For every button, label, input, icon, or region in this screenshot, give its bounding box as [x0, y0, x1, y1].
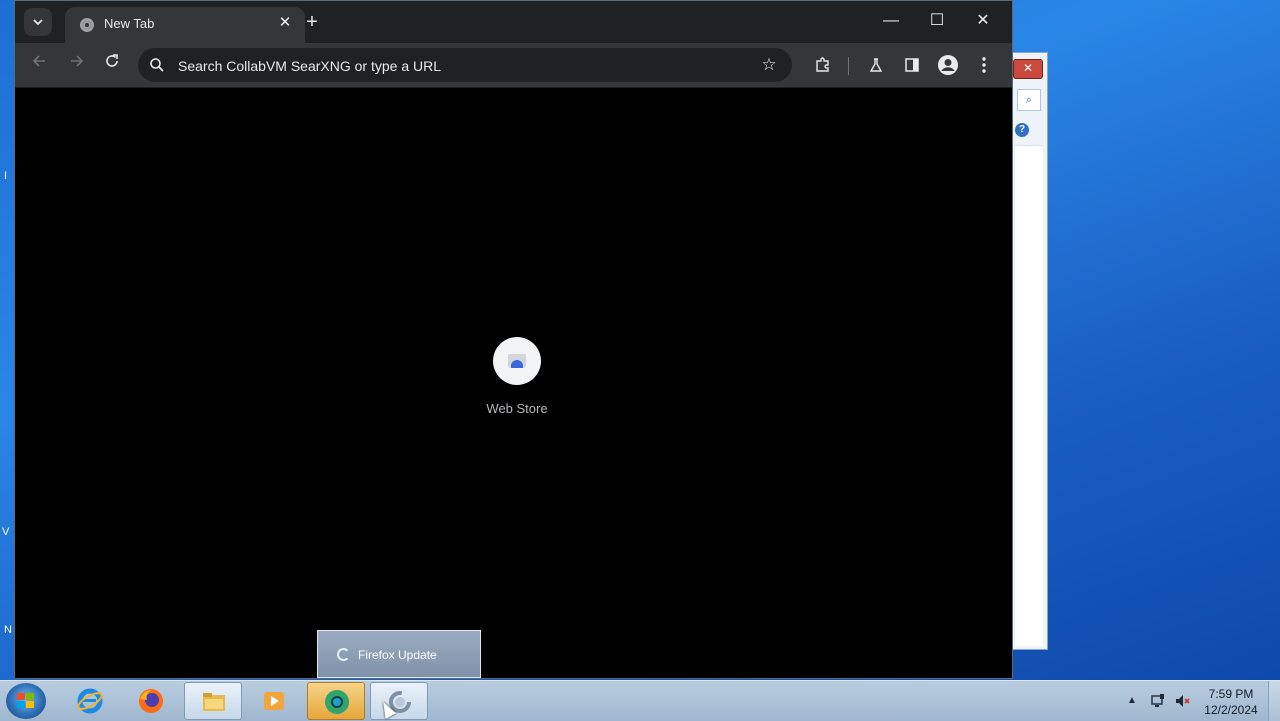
address-input[interactable]	[176, 54, 740, 78]
system-clock[interactable]: 7:59 PM 12/2/2024	[1196, 686, 1266, 718]
puzzle-icon	[816, 57, 829, 72]
bookmark-star-icon[interactable]: ☆	[758, 54, 780, 76]
clock-time: 7:59 PM	[1208, 687, 1254, 701]
menu-button[interactable]	[972, 53, 996, 77]
arrow-left-icon	[32, 55, 45, 67]
taskbar-internet-explorer[interactable]	[61, 682, 119, 720]
windows-logo-icon	[17, 693, 35, 709]
profile-button[interactable]	[936, 53, 960, 77]
globe-icon	[80, 18, 94, 32]
avatar-icon	[938, 55, 958, 75]
browser-window: New Tab ✕ + — ☐ ✕ ☆	[14, 0, 1013, 679]
folder-icon	[203, 693, 225, 711]
new-tab-page: Web Store	[19, 89, 1007, 672]
desktop-edge-glyph: I	[4, 170, 8, 182]
tab-new-tab[interactable]: New Tab ✕	[65, 7, 305, 43]
taskbar-thumbnail-popup[interactable]: Firefox Update	[317, 630, 481, 678]
taskbar-file-explorer[interactable]	[184, 682, 242, 720]
desktop-edge-glyph: N	[4, 624, 12, 636]
shortcut-web-store[interactable]: Web Store	[486, 337, 548, 416]
background-window[interactable]: ✕ ⌕ ?	[1012, 52, 1048, 650]
arrow-right-icon	[71, 55, 84, 67]
show-desktop-button[interactable]	[1268, 681, 1280, 721]
shortcut-label: Web Store	[486, 401, 548, 416]
taskbar-firefox[interactable]	[122, 682, 180, 720]
internet-explorer-icon	[77, 688, 103, 714]
reload-icon	[106, 54, 118, 67]
title-bar: New Tab ✕ + — ☐ ✕	[15, 1, 1012, 43]
tab-close-button[interactable]: ✕	[275, 13, 295, 33]
toolbar-divider	[848, 57, 849, 75]
forward-button[interactable]	[63, 52, 89, 78]
tab-search-button[interactable]	[24, 8, 52, 36]
show-hidden-icons-icon[interactable]: ▲	[1124, 693, 1140, 709]
browser-toolbar: ☆	[15, 43, 1012, 88]
network-icon[interactable]	[1150, 693, 1166, 709]
taskbar-firefox-update[interactable]	[370, 682, 428, 720]
new-tab-button[interactable]: +	[300, 10, 324, 34]
labs-button[interactable]	[864, 53, 888, 77]
taskbar-media-player[interactable]	[245, 682, 303, 720]
search-icon	[150, 58, 164, 72]
extensions-button[interactable]	[811, 53, 835, 77]
help-icon[interactable]: ?	[1015, 123, 1029, 137]
close-button[interactable]: ✕	[968, 7, 998, 35]
background-window-panel	[1015, 145, 1043, 646]
monitor-icon	[1151, 694, 1164, 707]
flask-icon	[869, 58, 883, 72]
address-bar[interactable]: ☆	[138, 48, 792, 82]
chrome-icon	[325, 690, 349, 714]
popup-label: Firefox Update	[358, 648, 437, 662]
clock-date: 12/2/2024	[1204, 703, 1258, 717]
firefox-update-icon	[337, 648, 350, 661]
web-store-icon	[493, 337, 541, 385]
chevron-down-icon	[33, 19, 43, 26]
side-panel-button[interactable]	[900, 53, 924, 77]
firefox-icon	[139, 689, 163, 713]
kebab-menu-icon	[982, 57, 986, 73]
taskbar: ▲ 7:59 PM 12/2/2024	[0, 680, 1280, 721]
side-panel-icon	[905, 58, 919, 72]
back-button[interactable]	[27, 52, 53, 78]
taskbar-chrome[interactable]	[307, 682, 365, 720]
maximize-button[interactable]: ☐	[922, 7, 952, 35]
minimize-button[interactable]: —	[876, 7, 906, 35]
background-window-close-button[interactable]: ✕	[1013, 59, 1043, 79]
search-icon[interactable]: ⌕	[1017, 89, 1041, 111]
tab-title: New Tab	[104, 16, 155, 31]
media-player-icon	[264, 692, 284, 710]
volume-muted-icon[interactable]	[1174, 693, 1190, 709]
reload-button[interactable]	[99, 52, 125, 78]
desktop-edge-glyph: V	[2, 526, 10, 538]
start-button[interactable]	[6, 683, 46, 719]
